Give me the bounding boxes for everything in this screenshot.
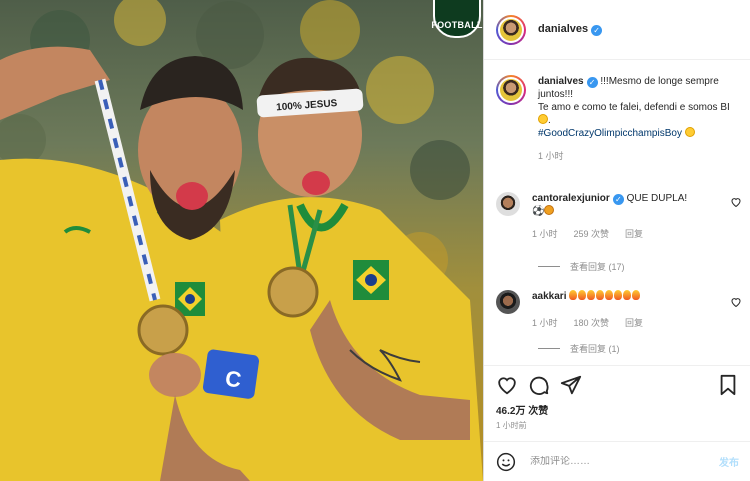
caption-username[interactable]: danialves	[538, 76, 584, 87]
author-avatar[interactable]	[496, 14, 526, 45]
emoji-smiley-icon[interactable]	[496, 452, 516, 472]
fire-emoji-icon	[587, 290, 596, 300]
replies-divider	[538, 348, 560, 349]
post-header: danialves ✓	[484, 0, 750, 60]
medal-emoji-icon	[544, 205, 555, 215]
photo-illustration: 100% JESUS C	[0, 0, 483, 481]
action-bar	[484, 365, 750, 401]
soccer-ball-emoji-icon: ⚽	[532, 206, 545, 217]
instagram-post: 100% JESUS C FOOTBALL danialves ✓ danial…	[0, 0, 750, 481]
comment-item: aakkari 1 小时 180 次赞 回复	[496, 290, 742, 330]
comment-likes[interactable]: 180 次赞	[574, 317, 610, 330]
likes-count[interactable]: 46.2万 次赞	[496, 402, 548, 417]
verified-badge-icon: ✓	[612, 194, 624, 205]
verified-badge-icon: ✓	[586, 77, 598, 88]
caption-text: danialves ✓ !!!Mesmo de longe sempre junt…	[538, 75, 738, 163]
comment-meta: 1 小时 180 次赞 回复	[532, 317, 712, 330]
fire-emoji-icon	[632, 290, 641, 300]
post-photo[interactable]: 100% JESUS C FOOTBALL	[0, 0, 483, 481]
post-caption: danialves ✓ !!!Mesmo de longe sempre junt…	[496, 75, 742, 163]
like-comment-heart-icon[interactable]	[730, 296, 742, 308]
commenter-avatar[interactable]	[496, 192, 520, 216]
sunglasses-emoji-icon	[684, 127, 695, 137]
add-comment-bar: 发布	[484, 441, 750, 481]
comment-time: 1 小时	[532, 229, 558, 239]
comments-scroll-area[interactable]: danialves ✓ !!!Mesmo de longe sempre junt…	[484, 60, 750, 365]
comment-body: QUE DUPLA!	[626, 193, 688, 204]
save-bookmark-icon[interactable]	[717, 374, 739, 396]
fire-emoji-icon	[623, 290, 632, 300]
fire-emoji-icon	[596, 290, 605, 300]
verified-badge-icon: ✓	[591, 25, 603, 36]
commenter-username[interactable]: cantoralexjunior	[532, 193, 610, 204]
replies-divider	[538, 266, 560, 267]
laughing-emoji-icon	[538, 114, 548, 124]
post-time-ago: 1 小时前	[496, 421, 527, 430]
comment-text: cantoralexjunior ✓ QUE DUPLA! ⚽ 1 小时 259 …	[532, 192, 712, 241]
comment-meta: 1 小时 259 次赞 回复	[532, 228, 712, 241]
comment-input[interactable]	[530, 456, 700, 467]
fire-emoji-icon	[614, 290, 623, 300]
caption-time: 1 小时	[538, 151, 564, 161]
fire-emoji-icon	[578, 290, 587, 300]
reply-button[interactable]: 回复	[625, 317, 643, 330]
view-replies-link[interactable]: 查看回复 (17)	[538, 260, 625, 273]
comment-text: aakkari 1 小时 180 次赞 回复	[532, 290, 712, 330]
comment-time: 1 小时	[532, 318, 558, 328]
reply-button[interactable]: 回复	[625, 228, 643, 241]
commenter-username[interactable]: aakkari	[532, 291, 566, 302]
caption-author-avatar[interactable]	[496, 75, 526, 105]
comment-item: cantoralexjunior ✓ QUE DUPLA! ⚽ 1 小时 259 …	[496, 192, 742, 241]
caption-line-2: Te amo e como te falei, defendi e somos …	[538, 102, 730, 113]
author-username[interactable]: danialves ✓	[538, 23, 603, 36]
fire-emoji-icon	[605, 290, 614, 300]
caption-hashtag[interactable]: #GoodCrazyOlimpicchampisBoy	[538, 128, 682, 139]
comment-likes[interactable]: 259 次赞	[574, 228, 610, 241]
share-paper-plane-icon[interactable]	[560, 374, 582, 396]
comment-bubble-icon[interactable]	[528, 374, 550, 396]
logo-text: FOOTBALL	[431, 20, 483, 30]
like-comment-heart-icon[interactable]	[730, 196, 742, 208]
like-heart-icon[interactable]	[496, 374, 518, 396]
post-side-panel: danialves ✓ danialves ✓ !!!Mesmo de longe …	[483, 0, 750, 481]
commenter-avatar[interactable]	[496, 290, 520, 314]
fire-emojis	[569, 290, 641, 302]
view-replies-link[interactable]: 查看回复 (1)	[538, 342, 620, 355]
post-comment-button[interactable]: 发布	[719, 454, 739, 469]
fire-emoji-icon	[569, 290, 578, 300]
